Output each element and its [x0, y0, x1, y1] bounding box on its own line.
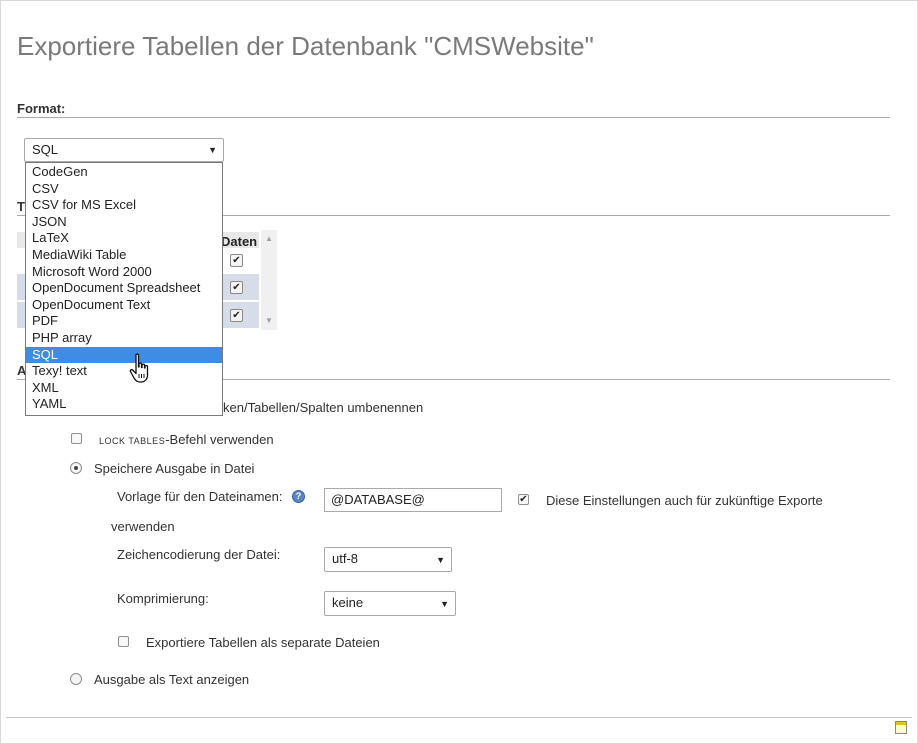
compression-label: Komprimierung: [117, 591, 209, 606]
compression-select-value: keine [332, 595, 364, 610]
remember-settings-checkbox[interactable]: ✔ [518, 494, 529, 505]
remember-settings-label: Diese Einstellungen auch für zukünftige … [546, 493, 823, 508]
format-option[interactable]: CodeGen [26, 164, 222, 181]
data-checkbox[interactable]: ✔ [230, 309, 243, 322]
format-option[interactable]: XML [26, 380, 222, 397]
chevron-down-icon: ▼ [436, 555, 445, 565]
lock-tables-label: LOCK TABLES-Befehl verwenden [99, 432, 274, 447]
lock-tables-keyword: LOCK TABLES [99, 436, 166, 446]
chevron-down-icon: ▼ [208, 145, 217, 155]
charset-label: Zeichencodierung der Datei: [117, 547, 281, 562]
filename-template-label: Vorlage für den Dateinamen: [117, 489, 283, 504]
data-checkbox[interactable]: ✔ [230, 281, 243, 294]
export-page: Exportiere Tabellen der Datenbank "CMSWe… [0, 0, 918, 744]
help-icon[interactable]: ? [292, 490, 305, 503]
format-option[interactable]: JSON [26, 214, 222, 231]
format-option[interactable]: PHP array [26, 330, 222, 347]
format-option[interactable]: MediaWiki Table [26, 247, 222, 264]
separate-files-checkbox[interactable] [118, 636, 129, 647]
lock-tables-suffix: -Befehl verwenden [165, 432, 274, 447]
bottom-divider [6, 717, 912, 718]
remember-settings-label-cont: verwenden [111, 519, 175, 534]
tables-section-label: T [17, 199, 25, 214]
format-option-selected[interactable]: SQL [26, 346, 222, 364]
format-option[interactable]: PDF [26, 313, 222, 330]
format-option[interactable]: OpenDocument Spreadsheet [26, 280, 222, 297]
save-to-file-radio[interactable] [70, 462, 82, 474]
format-section-label: Format: [17, 101, 66, 116]
format-divider [17, 117, 890, 118]
chevron-down-icon: ▼ [440, 599, 449, 609]
separate-files-label: Exportiere Tabellen als separate Dateien [146, 635, 380, 650]
format-option[interactable]: Texy! text [26, 363, 222, 380]
format-select[interactable]: SQL ▼ [24, 138, 224, 162]
format-select-value: SQL [32, 142, 59, 157]
page-title: Exportiere Tabellen der Datenbank "CMSWe… [17, 31, 594, 61]
format-option[interactable]: OpenDocument Text [26, 297, 222, 314]
scroll-down-icon[interactable]: ▼ [265, 316, 273, 325]
tables-scrollbar[interactable]: ▲ ▼ [261, 230, 277, 330]
show-as-text-label: Ausgabe als Text anzeigen [94, 672, 250, 687]
format-option[interactable]: YAML [26, 396, 222, 413]
rename-option-label: ken/Tabellen/Spalten umbenennen [223, 400, 424, 415]
format-option[interactable]: CSV [26, 181, 222, 198]
lock-tables-checkbox[interactable] [71, 433, 82, 444]
notepad-icon[interactable] [895, 721, 907, 734]
charset-select-value: utf-8 [332, 551, 359, 566]
scroll-up-icon[interactable]: ▲ [265, 234, 273, 243]
format-option[interactable]: Microsoft Word 2000 [26, 264, 222, 281]
column-daten-header: Daten [221, 234, 258, 249]
compression-select[interactable]: keine ▼ [324, 591, 456, 616]
show-as-text-radio[interactable] [70, 673, 82, 685]
format-option[interactable]: CSV for MS Excel [26, 197, 222, 214]
data-checkbox[interactable]: ✔ [230, 254, 243, 267]
save-to-file-label: Speichere Ausgabe in Datei [94, 461, 255, 476]
format-option[interactable]: LaTeX [26, 230, 222, 247]
charset-select[interactable]: utf-8 ▼ [324, 547, 452, 572]
hand-cursor-icon [129, 353, 149, 383]
filename-template-input[interactable]: @DATABASE@ [324, 488, 502, 512]
format-dropdown-list[interactable]: CodeGen CSV CSV for MS Excel JSON LaTeX … [25, 162, 223, 416]
